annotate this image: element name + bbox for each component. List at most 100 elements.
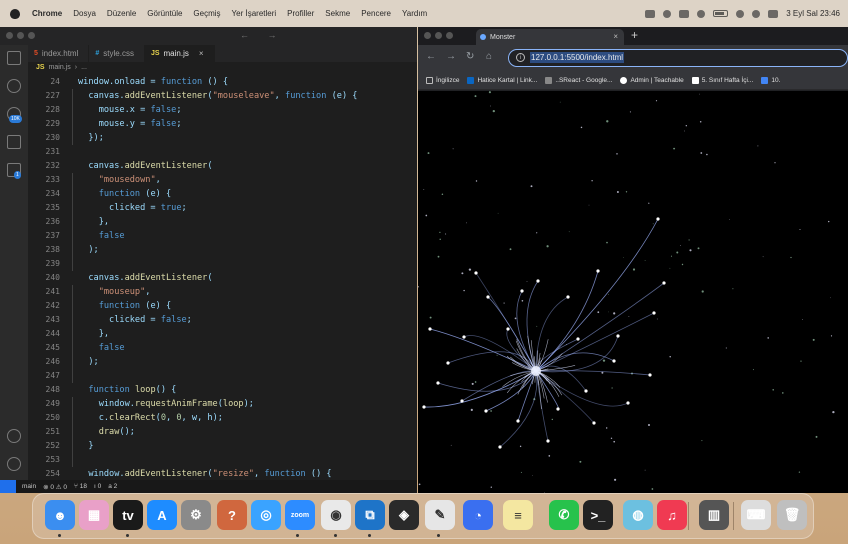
code-line[interactable]: 243 clicked = false; xyxy=(28,313,417,327)
code-line[interactable]: 252 } xyxy=(28,439,417,453)
apple-tv-icon[interactable]: tv xyxy=(113,500,143,530)
address-bar[interactable]: i 127.0.0.1:5500/index.html xyxy=(508,49,848,67)
signal-icon[interactable]: ◔ xyxy=(463,500,493,530)
menu-item-window[interactable]: Pencere xyxy=(361,9,391,18)
code-line[interactable]: 230 }); xyxy=(28,131,417,145)
menu-item-file[interactable]: Dosya xyxy=(73,9,96,18)
monster-canvas[interactable] xyxy=(418,91,848,493)
status-position[interactable]: ı 0 xyxy=(94,483,101,490)
code-line[interactable]: 240 canvas.addEventListener( xyxy=(28,271,417,285)
tab-index-html[interactable]: 5 index.html xyxy=(28,45,90,62)
archive-icon[interactable]: ▥ xyxy=(699,500,729,530)
code-line[interactable]: 238 ); xyxy=(28,243,417,257)
ink-icon[interactable]: ✎ xyxy=(425,500,455,530)
vscode-icon[interactable]: ⧉ xyxy=(355,500,385,530)
battery-icon[interactable] xyxy=(713,10,729,17)
code-line[interactable]: 233 "mousedown", xyxy=(28,173,417,187)
new-tab-icon[interactable]: + xyxy=(631,28,638,42)
history-nav-icons[interactable]: ← → xyxy=(240,30,285,40)
bookmark-item[interactable]: ..SReact - Google... xyxy=(545,77,612,84)
zoom-icon[interactable]: zoom xyxy=(285,500,315,530)
close-tab-icon[interactable]: × xyxy=(199,49,204,58)
tab-main-js[interactable]: JS main.js × xyxy=(144,45,215,62)
bookmark-item[interactable]: Hatice Kartal | Link... xyxy=(467,77,537,84)
trash-icon[interactable]: 🗑 xyxy=(777,500,807,530)
code-line[interactable]: 254 window.addEventListener("resize", fu… xyxy=(28,467,417,481)
control-center-icon[interactable] xyxy=(768,9,779,18)
menu-item-history[interactable]: Geçmiş xyxy=(193,9,220,18)
forward-icon[interactable]: → xyxy=(446,51,456,62)
menu-item-edit[interactable]: Düzenle xyxy=(107,9,136,18)
music-icon[interactable]: ♫ xyxy=(657,500,687,530)
page-canvas[interactable] xyxy=(418,91,848,493)
code-line[interactable]: 246 ); xyxy=(28,355,417,369)
chrome-close-button[interactable] xyxy=(424,32,431,39)
code-line[interactable]: 244 }, xyxy=(28,327,417,341)
launchpad-icon[interactable]: ▦ xyxy=(79,500,109,530)
terminal-icon[interactable]: >_ xyxy=(583,500,613,530)
menu-item-chrome[interactable]: Chrome xyxy=(32,9,62,18)
code-line[interactable]: 227 canvas.addEventListener("mouseleave"… xyxy=(28,89,417,103)
wifi-icon[interactable] xyxy=(736,9,745,18)
code-line[interactable]: 229 mouse.y = false; xyxy=(28,117,417,131)
menu-item-view[interactable]: Görüntüle xyxy=(147,9,182,18)
code-line[interactable]: 249 window.requestAnimFrame(loop); xyxy=(28,397,417,411)
apple-menu-icon[interactable] xyxy=(10,8,20,19)
address-url[interactable]: 127.0.0.1:5500/index.html xyxy=(530,52,625,63)
close-tab-icon[interactable]: × xyxy=(613,32,618,41)
bookmark-item[interactable]: 5. Sınıf Hafta İçi... xyxy=(691,77,753,84)
spotlight-icon[interactable] xyxy=(752,9,761,18)
code-line[interactable]: 239 xyxy=(28,257,417,271)
menu-item-bookmarks[interactable]: Yer İşaretleri xyxy=(232,9,277,18)
screen-icon[interactable] xyxy=(679,9,690,18)
code-line[interactable]: 253 xyxy=(28,453,417,467)
app-store-icon[interactable]: A xyxy=(147,500,177,530)
color-picker-icon[interactable]: ◍ xyxy=(623,500,653,530)
menu-clock[interactable]: 3 Eyl Sal 23:46 xyxy=(786,9,840,18)
keyboard-icon[interactable]: ⌨ xyxy=(741,500,771,530)
remote-indicator-icon[interactable] xyxy=(0,480,16,493)
code-line[interactable]: 242 function (e) { xyxy=(28,299,417,313)
code-line[interactable]: 251 draw(); xyxy=(28,425,417,439)
bookmark-item[interactable]: 10. xyxy=(761,77,780,84)
bookmark-item[interactable]: Admin | Teachable xyxy=(620,77,684,84)
help-icon[interactable]: ? xyxy=(217,500,247,530)
safari-icon[interactable]: ◎ xyxy=(251,500,281,530)
media-icon[interactable] xyxy=(697,9,706,18)
status-branch[interactable]: main xyxy=(22,483,36,490)
back-icon[interactable]: ← xyxy=(426,51,436,62)
status-extra[interactable]: a 2 xyxy=(108,483,117,490)
status-ports[interactable]: ⑂ 18 xyxy=(74,483,87,490)
system-settings-icon[interactable]: ⚙ xyxy=(181,500,211,530)
menu-item-tab[interactable]: Sekme xyxy=(325,9,350,18)
browser-tab-monster[interactable]: Monster × xyxy=(476,29,624,45)
close-window-button[interactable] xyxy=(6,32,13,39)
code-line[interactable]: 232 canvas.addEventListener( xyxy=(28,159,417,173)
run-debug-icon[interactable] xyxy=(7,135,21,149)
site-info-icon[interactable]: i xyxy=(516,53,525,62)
status-problems[interactable]: ⊗ 0 ⚠ 0 xyxy=(43,483,67,491)
explorer-icon[interactable] xyxy=(7,51,21,65)
code-line[interactable]: 228 mouse.x = false; xyxy=(28,103,417,117)
davinci-icon[interactable]: ◈ xyxy=(389,500,419,530)
code-line[interactable]: 236 }, xyxy=(28,215,417,229)
tab-style-css[interactable]: # style.css xyxy=(89,45,145,62)
home-icon[interactable]: ⌂ xyxy=(486,51,492,62)
breadcrumb-file[interactable]: main.js xyxy=(49,64,71,71)
chrome-zoom-button[interactable] xyxy=(446,32,453,39)
code-line[interactable]: 247 xyxy=(28,369,417,383)
code-line[interactable]: 237 false xyxy=(28,229,417,243)
code-line[interactable]: 248 function loop() { xyxy=(28,383,417,397)
chrome-minimize-button[interactable] xyxy=(435,32,442,39)
bookmark-item[interactable]: İngilizce xyxy=(426,77,459,84)
finder-icon[interactable]: ☻ xyxy=(45,500,75,530)
minimize-window-button[interactable] xyxy=(17,32,24,39)
search-icon[interactable] xyxy=(7,79,21,93)
code-line[interactable]: 250 c.clearRect(0, 0, w, h); xyxy=(28,411,417,425)
manage-gear-icon[interactable] xyxy=(7,457,21,471)
focus-icon[interactable] xyxy=(663,9,672,18)
code-line[interactable]: 241 "mouseup", xyxy=(28,285,417,299)
code-line[interactable]: 234 function (e) { xyxy=(28,187,417,201)
breadcrumb-symbol[interactable]: ... xyxy=(81,64,87,71)
menu-item-profiles[interactable]: Profiller xyxy=(287,9,314,18)
